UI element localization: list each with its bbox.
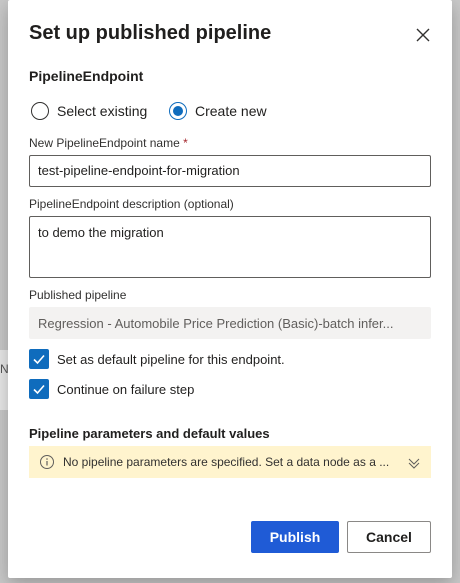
parameters-section-title: Pipeline parameters and default values <box>29 426 270 441</box>
radio-label: Create new <box>195 103 267 119</box>
parameters-message-bar: No pipeline parameters are specified. Se… <box>29 446 431 478</box>
radio-checked-icon <box>169 102 187 120</box>
cancel-button[interactable]: Cancel <box>347 521 431 553</box>
dialog-title: Set up published pipeline <box>29 22 272 44</box>
radio-unchecked-icon <box>31 102 49 120</box>
close-icon <box>416 28 430 42</box>
backdrop-panel-edge <box>0 350 8 410</box>
radio-select-existing[interactable]: Select existing <box>31 102 147 120</box>
endpoint-description-textarea[interactable]: to demo the migration <box>29 216 431 278</box>
continue-on-failure-checkbox[interactable]: Continue on failure step <box>29 379 194 399</box>
name-field-label: New PipelineEndpoint name * <box>29 136 188 150</box>
chevron-down-icon[interactable] <box>407 455 421 469</box>
required-marker: * <box>183 136 188 150</box>
radio-label: Select existing <box>57 103 148 119</box>
checkbox-label: Set as default pipeline for this endpoin… <box>57 351 285 367</box>
endpoint-name-input[interactable]: test-pipeline-endpoint-for-migration <box>29 155 431 187</box>
published-pipeline-label: Published pipeline <box>29 288 127 302</box>
radio-create-new[interactable]: Create new <box>169 102 267 120</box>
info-icon <box>39 454 55 470</box>
publish-pipeline-dialog: Set up published pipeline PipelineEndpoi… <box>8 0 452 578</box>
publish-button[interactable]: Publish <box>251 521 339 553</box>
close-button[interactable] <box>412 24 434 46</box>
section-label-endpoint: PipelineEndpoint <box>29 68 144 84</box>
default-pipeline-checkbox[interactable]: Set as default pipeline for this endpoin… <box>29 349 285 369</box>
checkbox-label: Continue on failure step <box>57 381 195 397</box>
checkmark-icon <box>29 349 49 369</box>
description-field-label: PipelineEndpoint description (optional) <box>29 197 234 211</box>
parameters-message-text: No pipeline parameters are specified. Se… <box>63 455 390 469</box>
published-pipeline-field: Regression - Automobile Price Prediction… <box>29 307 431 339</box>
checkmark-icon <box>29 379 49 399</box>
